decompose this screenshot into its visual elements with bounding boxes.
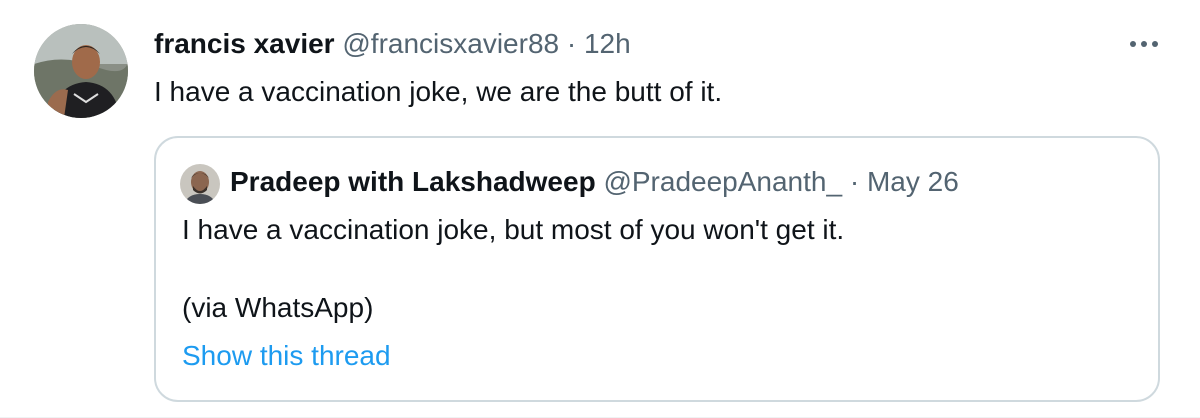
tweet-text: I have a vaccination joke, we are the bu… [154,76,723,107]
more-options-icon [1130,41,1158,47]
quoted-author-avatar[interactable] [180,164,220,204]
quoted-author-name[interactable]: Pradeep with Lakshadweep [230,166,596,197]
tweet[interactable]: francis xavier @francisxavier88 · 12h I … [0,0,1200,418]
header-separator: · [566,28,577,59]
more-options-button[interactable] [1124,24,1164,64]
author-avatar[interactable] [34,24,128,118]
profile-photo-icon [34,24,128,118]
quoted-author-handle[interactable]: @PradeepAnanth_ [603,166,842,197]
quoted-header-separator: · [849,166,860,197]
quoted-tweet-card[interactable]: Pradeep with Lakshadweep @PradeepAnanth_… [154,136,1160,402]
quoted-tweet-header: Pradeep with Lakshadweep @PradeepAnanth_… [230,164,959,200]
tweet-timestamp[interactable]: 12h [584,28,631,59]
author-name[interactable]: francis xavier [154,28,335,59]
quoted-tweet-date[interactable]: May 26 [867,166,959,197]
author-handle[interactable]: @francisxavier88 [342,28,559,59]
profile-photo-icon [180,164,220,204]
quoted-tweet-text-line1: I have a vaccination joke, but most of y… [182,214,845,245]
quoted-tweet-text-line2: (via WhatsApp) [182,292,374,323]
show-thread-link[interactable]: Show this thread [182,338,391,374]
tweet-header: francis xavier @francisxavier88 · 12h [154,26,631,62]
